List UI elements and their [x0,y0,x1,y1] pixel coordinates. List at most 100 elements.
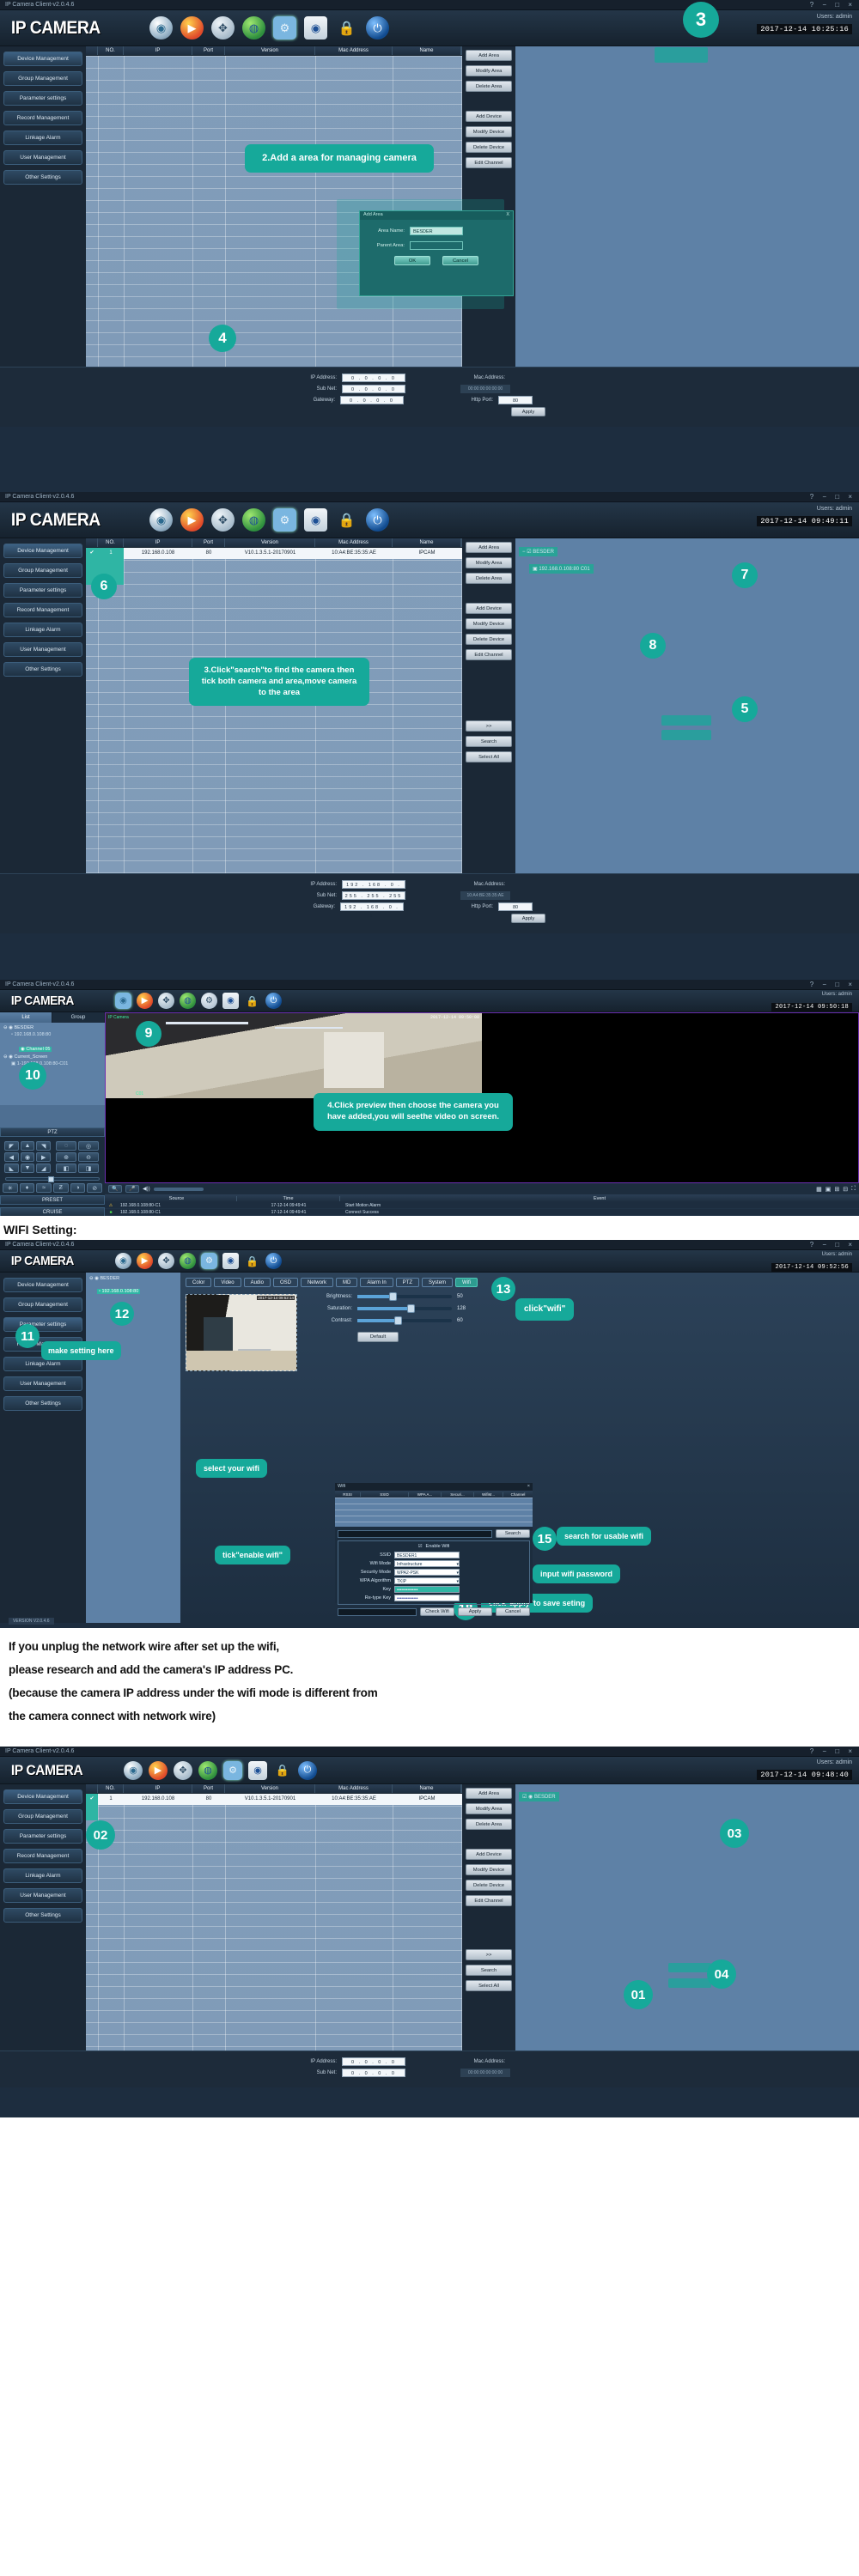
window-controls[interactable]: ? − □ × [810,1,856,9]
ptz-aux2-button[interactable]: Ƶ [52,1183,69,1193]
tab-group[interactable]: Group [52,1012,105,1023]
sidebar-item-user-management[interactable]: User Management [3,642,82,657]
edit-channel-button[interactable]: Edit Channel [466,1895,512,1906]
ptz-autoscan-button[interactable]: ◌ [56,1141,76,1151]
param-device-tree[interactable]: ⊖ ◉ BESDER ▫ 192.168.0.108:80 [86,1273,180,1623]
ptz-aux3-button[interactable]: ◑ [70,1183,86,1193]
tree-expand-icon[interactable]: − [522,550,526,555]
contrast-slider[interactable] [357,1316,452,1325]
tab-audio[interactable]: Audio [243,1278,271,1287]
ptz-aux-buttons[interactable]: ✳ ♦ ≈ Ƶ ◑ ⊘ [0,1181,105,1195]
ptz-up-right-button[interactable]: ◥ [36,1141,51,1151]
modify-device-button[interactable]: Modify Device [466,1864,512,1875]
volume-slider[interactable] [153,1187,204,1191]
device-tree[interactable]: ⊖ ◉ BESDER ▫ 192.168.0.108:80 ◉ Channel … [0,1023,105,1105]
ptz-icon[interactable]: ✥ [158,1253,174,1269]
tree-node-root[interactable]: − ☑ BESDER [519,547,557,556]
sidebar-item-device-management[interactable]: Device Management [3,544,82,558]
wpa-algorithm-select[interactable]: TKIP ▾ [394,1577,460,1584]
http-port-input[interactable]: 80 [498,396,533,404]
delete-device-button[interactable]: Delete Device [466,634,512,645]
wifi-dialog[interactable]: Wifi × RSSI SSID WPA A... Securi... Wifi… [335,1483,533,1616]
table-row[interactable]: ✔ 1 192.168.0.108 80 V10.1.3.5.1-2017090… [86,548,462,559]
lock-icon[interactable]: 🔒 [244,993,260,1009]
area-tree-panel[interactable] [515,46,859,367]
sidebar-item-parameter-settings[interactable]: Parameter settings [3,91,82,106]
ptz-speed-slider[interactable] [0,1176,105,1182]
row-checkbox[interactable]: ✔ [86,1794,98,1805]
log-icon[interactable]: ◉ [248,1760,267,1780]
ptz-aux1-button[interactable]: ≈ [36,1183,52,1193]
wifi-search-button[interactable]: Search [496,1529,530,1538]
globe-icon[interactable]: ◍ [180,993,196,1009]
check-wifi-button[interactable]: Check Wifi [420,1607,454,1616]
tree-node-root-5[interactable]: ☑ ◉ BESDER [519,1792,559,1801]
sidebar-item-other-settings[interactable]: Other Settings [3,1396,82,1411]
sidebar-item-parameter-settings[interactable]: Parameter settings [3,1829,82,1844]
add-area-dialog[interactable]: Add Area X Area Name: BESDER Parent Area… [359,210,514,296]
apply-button-2[interactable]: Apply [511,914,545,923]
settings-gear-icon[interactable]: ⚙ [273,16,296,39]
mic-icon[interactable]: 🎤 [125,1185,139,1193]
power-icon[interactable]: ⏻ [366,16,389,39]
ptz-icon[interactable]: ✥ [158,993,174,1009]
ip-address-input[interactable]: 0 . 0 . 0 . 0 [342,374,405,382]
ptz-zoom-focus[interactable]: ◌ ◎ ⊕ ⊖ ◧ ◨ [53,1139,101,1176]
delete-device-button[interactable]: Delete Device [466,1880,512,1891]
settings-gear-icon[interactable]: ⚙ [273,508,296,532]
ptz-icon[interactable]: ✥ [211,508,235,532]
sidebar-item-device-management[interactable]: Device Management [3,1789,82,1804]
ptz-dpad[interactable]: ◤ ▲ ◥ ◀ ◉ ▶ ◣ ▼ ◢ [2,1139,53,1176]
tab-alarm-in[interactable]: Alarm In [360,1278,393,1287]
layout-9-icon[interactable]: ⊟ [843,1186,848,1193]
playback-icon[interactable]: ▶ [137,993,153,1009]
sidebar-item-group-management[interactable]: Group Management [3,1297,82,1312]
layout-1-icon[interactable]: ▣ [825,1186,832,1193]
parent-area-input[interactable] [410,241,463,250]
search-button[interactable]: Search [466,736,512,747]
security-mode-select[interactable]: WPA2-PSK ▾ [394,1569,460,1576]
sidebar-item-user-management[interactable]: User Management [3,150,82,165]
modify-device-button[interactable]: Modify Device [466,618,512,629]
camera-icon[interactable]: ◉ [115,993,131,1009]
add-area-button[interactable]: Add Area [466,50,512,61]
video-toolbar[interactable]: 🔍 🎤 ◀)) ▦ ▣ ⊞ ⊟ ⛶ [105,1183,859,1194]
apply-button[interactable]: Apply [511,407,545,416]
brightness-slider[interactable] [357,1292,452,1301]
tab-color[interactable]: Color [186,1278,212,1287]
tab-wifi[interactable]: Wifi [455,1278,478,1287]
globe-icon[interactable]: ◍ [198,1760,217,1780]
ptz-stop-button[interactable]: ◎ [78,1141,99,1151]
ptz-icon[interactable]: ✥ [211,16,235,39]
tab-ptz[interactable]: PTZ [395,1278,420,1287]
camera-icon[interactable]: ◉ [124,1760,143,1780]
playback-icon[interactable]: ▶ [180,16,204,39]
row-checkbox[interactable]: ✔ [86,548,98,559]
add-device-button[interactable]: Add Device [466,603,512,614]
move-right-button[interactable]: >> [466,1949,512,1960]
sidebar-item-linkage-alarm[interactable]: Linkage Alarm [3,623,82,637]
ptz-zoom-out-button[interactable]: ⊖ [78,1152,99,1162]
sidebar-item-linkage-alarm[interactable]: Linkage Alarm [3,1868,82,1883]
log-row[interactable]: ■ 192.168.0.108:80-C1 17-12-14 09:49:41 … [105,1209,859,1216]
playback-icon[interactable]: ▶ [137,1253,153,1269]
subnet-input-5[interactable]: 0 . 0 . 0 . 0 [342,2069,405,2077]
tab-list[interactable]: List [0,1012,52,1023]
log-icon[interactable]: ◉ [222,1253,239,1269]
wifi-cancel-button[interactable]: Cancel [496,1607,530,1616]
tree-child-checkbox[interactable]: ▣ [533,567,538,572]
ptz-right-button[interactable]: ▶ [36,1152,51,1162]
ptz-light-button[interactable]: ✳ [3,1183,18,1193]
search-button[interactable]: Search [466,1965,512,1976]
tree-node-ip-4[interactable]: ▫ 192.168.0.108:80 [97,1289,141,1294]
ptz-home-button[interactable]: ◉ [20,1152,35,1162]
log-icon[interactable]: ◉ [222,993,239,1009]
settings-gear-icon[interactable]: ⚙ [201,993,217,1009]
settings-gear-icon[interactable]: ⚙ [223,1760,242,1780]
wifi-apply-button[interactable]: Apply [458,1607,492,1616]
log-row[interactable]: ⚠ 192.168.0.108:80-C1 17-12-14 09:49:41 … [105,1202,859,1209]
window-controls-2[interactable]: ? − □ × [810,493,856,501]
ptz-focus-near-button[interactable]: ◧ [56,1163,76,1173]
lock-icon[interactable]: 🔒 [335,16,358,39]
camera-icon[interactable]: ◉ [149,16,173,39]
